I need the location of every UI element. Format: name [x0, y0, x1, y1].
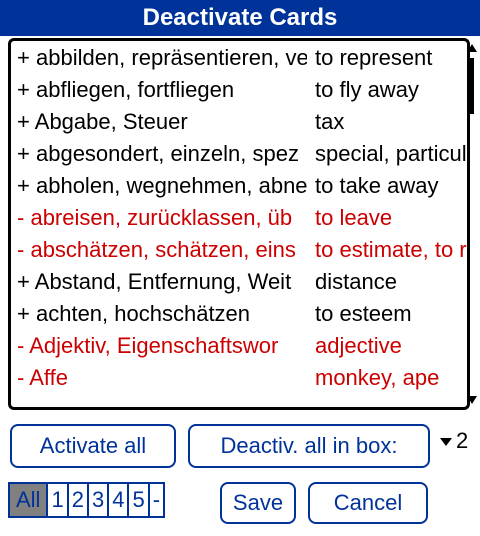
card-german: + achten, hochschätzen: [17, 298, 307, 330]
card-row[interactable]: + Abgabe, Steuer tax: [17, 106, 463, 138]
box-filter-tabs: All 1 2 3 4 5-: [8, 482, 166, 518]
card-german: + abbilden, repräsentieren, ve: [17, 42, 307, 74]
filter-tab-all[interactable]: All: [10, 484, 47, 516]
scroll-down-arrow-icon[interactable]: [467, 396, 477, 404]
card-german-text: abschätzen, schätzen, eins: [30, 237, 296, 262]
card-row[interactable]: + abgesondert, einzeln, spez special, par…: [17, 138, 467, 170]
save-button[interactable]: Save: [220, 482, 296, 524]
card-german-text: Abgabe, Steuer: [34, 109, 188, 134]
scroll-up-arrow-icon[interactable]: [467, 44, 477, 52]
card-english: special, particula: [315, 141, 470, 166]
box-selector[interactable]: 2: [440, 428, 468, 454]
card-status-marker: +: [17, 45, 30, 70]
card-status-marker: +: [17, 173, 30, 198]
card-german-text: abgesondert, einzeln, spez: [35, 141, 299, 166]
card-german: + abholen, wegnehmen, abne: [17, 170, 307, 202]
card-german-text: abfliegen, fortfliegen: [35, 77, 235, 102]
card-english: distance: [315, 269, 397, 294]
card-english: to estimate, to r: [315, 237, 467, 262]
card-english: tax: [315, 109, 345, 134]
card-german: + abgesondert, einzeln, spez: [17, 138, 307, 170]
card-row[interactable]: + abfliegen, fortfliegen to fly away: [17, 74, 463, 106]
filter-tab-2[interactable]: 2: [66, 484, 87, 516]
card-german: + Abgabe, Steuer: [17, 106, 307, 138]
card-status-marker: -: [17, 205, 25, 230]
dropdown-arrow-icon: [440, 438, 452, 447]
card-english: monkey, ape: [315, 365, 440, 390]
card-german: + abfliegen, fortfliegen: [17, 74, 307, 106]
card-german-text: Adjektiv, Eigenschaftswor: [29, 333, 279, 358]
card-german: + Abstand, Entfernung, Weit: [17, 266, 307, 298]
card-english: adjective: [315, 333, 402, 358]
card-german-text: Affe: [29, 365, 68, 390]
deactivate-all-in-box-button[interactable]: Deactiv. all in box:: [188, 424, 430, 468]
card-row[interactable]: + achten, hochschätzen to esteem: [17, 298, 463, 330]
filter-tab-3[interactable]: 3: [86, 484, 108, 516]
card-german: - Adjektiv, Eigenschaftswor: [17, 330, 307, 362]
card-list[interactable]: + abbilden, repräsentieren, ve to represe…: [8, 38, 470, 410]
window-title: Deactivate Cards: [0, 0, 480, 36]
card-row[interactable]: - abschätzen, schätzen, eins to estimate,…: [17, 234, 467, 266]
card-german-text: abbilden, repräsentieren, ve: [35, 45, 307, 70]
card-english: to esteem: [315, 301, 412, 326]
card-row[interactable]: - Affe monkey, ape: [17, 362, 463, 394]
card-german-text: Abstand, Entfernung, Weit: [34, 269, 292, 294]
card-row[interactable]: + abholen, wegnehmen, abne to take away: [17, 170, 463, 202]
box-selector-value: 2: [456, 428, 469, 453]
card-status-marker: +: [17, 301, 30, 326]
card-german: - Affe: [17, 362, 307, 394]
activate-all-button[interactable]: Activate all: [10, 424, 176, 468]
card-row[interactable]: + Abstand, Entfernung, Weit distance: [17, 266, 463, 298]
card-english: to represent: [315, 45, 433, 70]
cancel-button[interactable]: Cancel: [308, 482, 428, 524]
card-status-marker: +: [17, 109, 30, 134]
card-english: to fly away: [315, 77, 419, 102]
scrollbar[interactable]: [466, 44, 478, 404]
filter-tab-5[interactable]: 5: [127, 484, 148, 516]
card-english: to leave: [315, 205, 393, 230]
filter-tab-4[interactable]: 4: [107, 484, 128, 516]
filter-tab-1[interactable]: 1: [46, 484, 67, 516]
card-row[interactable]: - Adjektiv, Eigenschaftswor adjective: [17, 330, 463, 362]
card-status-marker: -: [17, 365, 25, 390]
scroll-thumb[interactable]: [469, 58, 474, 114]
card-german: - abschätzen, schätzen, eins: [17, 234, 307, 266]
card-english: to take away: [315, 173, 439, 198]
filter-tab-dash[interactable]: -: [147, 484, 164, 516]
card-german-text: abholen, wegnehmen, abne: [35, 173, 307, 198]
card-german-text: achten, hochschätzen: [35, 301, 251, 326]
card-row[interactable]: + abbilden, repräsentieren, ve to represe…: [17, 42, 463, 74]
card-status-marker: +: [17, 141, 30, 166]
card-status-marker: +: [17, 269, 30, 294]
card-german-text: abreisen, zurücklassen, üb: [30, 205, 293, 230]
card-row[interactable]: - abreisen, zurücklassen, üb to leave: [17, 202, 463, 234]
card-status-marker: -: [17, 237, 25, 262]
card-status-marker: -: [17, 333, 25, 358]
card-status-marker: +: [17, 77, 30, 102]
card-german: - abreisen, zurücklassen, üb: [17, 202, 307, 234]
